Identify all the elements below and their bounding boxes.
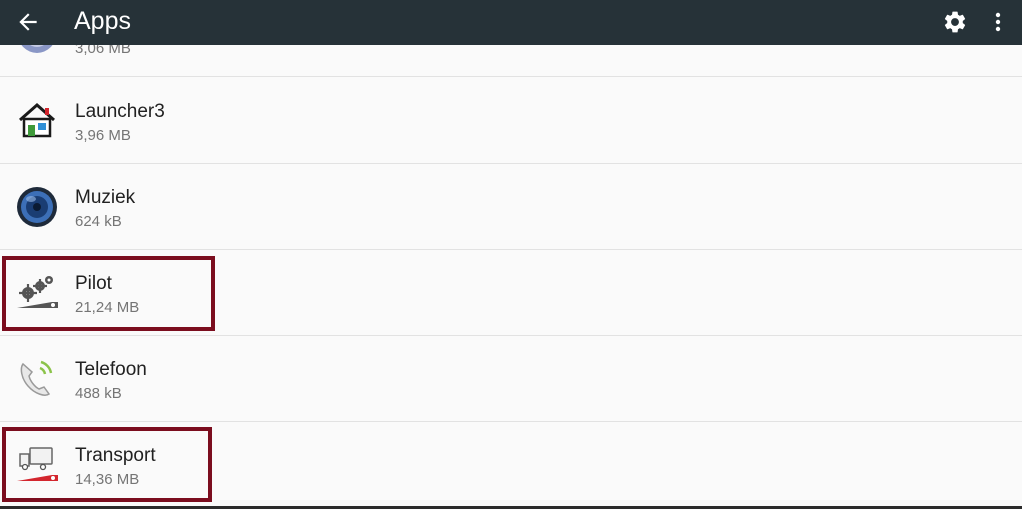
list-item-telefoon[interactable]: Telefoon 488 kB [0,336,1022,422]
app-bar: Apps [0,0,1022,45]
gears-icon [17,276,58,308]
app-size: 624 kB [75,213,122,230]
app-size: 3,96 MB [75,127,131,144]
app-name: Telefoon [75,359,147,380]
app-list[interactable]: 3,06 MB Launcher3 3,96 MB Muziek 624 kB [0,45,1022,509]
app-name: Launcher3 [75,101,165,122]
page-title: Apps [74,7,131,35]
phone-icon [20,360,53,396]
app-size: 3,06 MB [75,45,131,57]
truck-icon [17,447,58,481]
gear-icon[interactable] [942,9,968,35]
app-size: 488 kB [75,385,122,402]
speaker-icon [17,187,57,227]
house-icon [19,102,55,138]
list-item-transport[interactable]: Transport 14,36 MB [0,422,1022,508]
arrow-back-icon[interactable] [15,9,41,35]
app-name: Pilot [75,273,112,294]
more-vert-icon[interactable] [988,9,1008,35]
app-size: 21,24 MB [75,299,140,316]
app-name: Muziek [75,187,136,208]
app-name: Transport [75,445,156,466]
partial-app-icon [21,45,53,53]
list-item-muziek[interactable]: Muziek 624 kB [0,164,1022,250]
list-item-pilot[interactable]: Pilot 21,24 MB [0,250,1022,336]
list-item[interactable]: 3,06 MB [0,45,1022,77]
app-size: 14,36 MB [75,471,140,488]
list-item-launcher3[interactable]: Launcher3 3,96 MB [0,78,1022,164]
